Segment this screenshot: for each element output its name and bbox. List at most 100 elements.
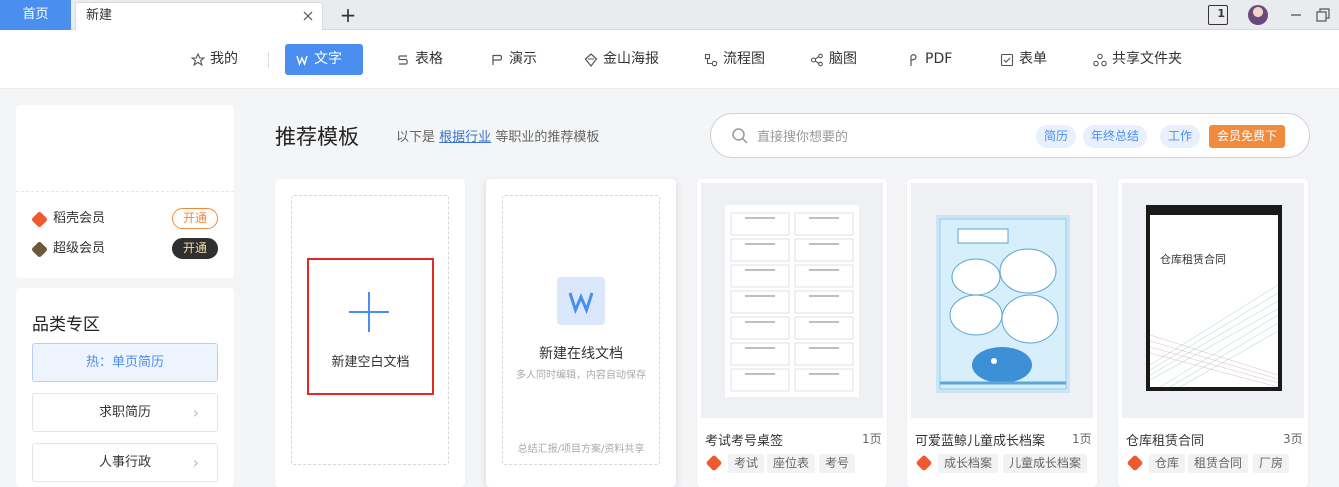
tab-new-label: 新建 bbox=[86, 8, 113, 23]
nav-presentation[interactable]: 演示 bbox=[480, 44, 547, 75]
nav-sheet-label: 表格 bbox=[415, 51, 443, 67]
search-tag-annual-summary[interactable]: 年终总结 bbox=[1083, 125, 1148, 148]
template-page-count: 3页 bbox=[1283, 432, 1303, 446]
nav-mindmap[interactable]: 脑图 bbox=[800, 44, 867, 75]
nav-share-folder-label: 共享文件夹 bbox=[1112, 51, 1182, 67]
vip-free-download-button[interactable]: 会员免费下 bbox=[1209, 125, 1286, 148]
pdf-icon bbox=[910, 53, 917, 66]
lease-cover-page: 仓库租赁合同 bbox=[1150, 215, 1278, 387]
w-doc-icon bbox=[296, 55, 308, 66]
nav-mine[interactable]: 我的 bbox=[181, 44, 248, 75]
new-blank-doc-label: 新建空白文档 bbox=[331, 355, 410, 370]
vip-docer-row: 稻壳会员 bbox=[31, 209, 106, 229]
chevron-right-icon: › bbox=[192, 453, 199, 472]
template-tag[interactable]: 仓库 bbox=[1149, 454, 1186, 473]
nav-sheet[interactable]: 表格 bbox=[386, 44, 453, 75]
add-tab-icon[interactable]: + bbox=[338, 4, 358, 26]
template-tag[interactable]: 考号 bbox=[819, 454, 856, 473]
nav-poster-label: 金山海报 bbox=[603, 51, 659, 67]
template-tag[interactable]: 租赁合同 bbox=[1188, 454, 1249, 473]
nav-presentation-label: 演示 bbox=[509, 51, 537, 67]
category-nav: 我的 文字 表格 演示 金山海报 流程图 脑图 PDF 表单 共享文件夹 bbox=[0, 30, 1339, 89]
tab-home[interactable]: 首页 bbox=[0, 0, 71, 30]
super-vip-icon bbox=[31, 240, 48, 258]
docer-open-button[interactable]: 开通 bbox=[172, 208, 218, 229]
nav-pdf[interactable]: PDF bbox=[896, 44, 962, 75]
lease-cover-title: 仓库租赁合同 bbox=[1160, 253, 1226, 266]
nav-poster[interactable]: 金山海报 bbox=[574, 44, 669, 75]
subtitle-prefix: 以下是 bbox=[396, 130, 436, 145]
category-card: 品类专区 热：单页简历 求职简历 › 人事行政 › bbox=[16, 288, 234, 487]
search-placeholder: 直接搜你想要的 bbox=[757, 130, 849, 145]
category-job-resume[interactable]: 求职简历 › bbox=[32, 393, 218, 432]
search-input[interactable]: 直接搜你想要的 简历 年终总结 工作 会员免费下 bbox=[710, 113, 1310, 158]
vip-docer-label: 稻壳会员 bbox=[53, 211, 106, 226]
nav-flowchart-label: 流程图 bbox=[723, 51, 765, 67]
lease-cover-art bbox=[1150, 284, 1278, 387]
form-icon bbox=[1000, 53, 1014, 66]
share-folder-icon bbox=[1093, 53, 1107, 66]
search-icon bbox=[732, 128, 748, 144]
nav-form[interactable]: 表单 bbox=[990, 44, 1057, 75]
poster-icon bbox=[584, 52, 598, 67]
new-online-doc-title: 新建在线文档 bbox=[539, 346, 623, 362]
category-single-resume[interactable]: 热：单页简历 bbox=[32, 343, 218, 382]
category-label: 人事行政 bbox=[98, 455, 151, 470]
template-name: 考试考号桌签 bbox=[705, 434, 784, 449]
nav-mine-label: 我的 bbox=[210, 51, 238, 67]
lease-contract-preview: 仓库租赁合同 bbox=[1146, 205, 1282, 391]
subtitle-suffix: 等职业的推荐模板 bbox=[495, 130, 600, 145]
nav-divider bbox=[268, 52, 269, 68]
template-name: 可爱蓝鲸儿童成长档案 bbox=[915, 434, 1046, 449]
template-tag[interactable]: 儿童成长档案 bbox=[1003, 454, 1088, 473]
mindmap-icon bbox=[810, 53, 823, 66]
w-doc-icon bbox=[557, 277, 605, 325]
vip-super-row: 超级会员 bbox=[31, 239, 106, 259]
page-count-badge[interactable]: 1 bbox=[1208, 5, 1228, 25]
template-tag[interactable]: 厂房 bbox=[1253, 454, 1290, 473]
presentation-icon bbox=[492, 54, 503, 65]
category-label: 求职简历 bbox=[98, 405, 151, 420]
new-online-doc-subtitle: 多人同时编辑，内容自动保存 bbox=[516, 370, 646, 381]
minimize-icon[interactable] bbox=[1290, 5, 1302, 25]
plus-icon-h bbox=[349, 311, 389, 313]
page-title: 推荐模板 bbox=[275, 125, 359, 149]
page-subtitle: 以下是 根据行业 等职业的推荐模板 bbox=[396, 126, 599, 145]
nav-writer-label: 文字 bbox=[314, 51, 342, 67]
super-open-button[interactable]: 开通 bbox=[172, 238, 218, 259]
nav-pdf-label: PDF bbox=[925, 51, 953, 67]
search-tag-work[interactable]: 工作 bbox=[1160, 125, 1201, 148]
exam-table-preview bbox=[725, 205, 859, 397]
avatar[interactable] bbox=[1248, 5, 1268, 25]
nav-flowchart[interactable]: 流程图 bbox=[694, 44, 775, 75]
vip-super-label: 超级会员 bbox=[53, 241, 106, 256]
online-doc-dashed-area bbox=[502, 195, 660, 465]
chevron-right-icon: › bbox=[192, 403, 199, 422]
star-icon bbox=[191, 52, 205, 66]
member-card: 稻壳会员 开通 超级会员 开通 bbox=[16, 105, 234, 278]
template-tag[interactable]: 成长档案 bbox=[938, 454, 999, 473]
nav-writer[interactable]: 文字 bbox=[285, 44, 363, 75]
tab-new[interactable]: 新建 bbox=[75, 2, 323, 30]
template-page-count: 1页 bbox=[1072, 432, 1092, 446]
member-divider bbox=[16, 191, 234, 192]
template-tag[interactable]: 考试 bbox=[728, 454, 765, 473]
sheet-icon bbox=[398, 54, 408, 65]
nav-mindmap-label: 脑图 bbox=[829, 51, 857, 67]
highlight-box bbox=[307, 258, 434, 395]
restore-icon[interactable] bbox=[1316, 5, 1330, 25]
template-tag[interactable]: 座位表 bbox=[767, 454, 816, 473]
category-title: 品类专区 bbox=[32, 315, 100, 335]
category-label: 热：单页简历 bbox=[85, 355, 164, 370]
nav-form-label: 表单 bbox=[1019, 51, 1047, 67]
industry-link[interactable]: 根据行业 bbox=[439, 130, 491, 145]
close-icon[interactable] bbox=[302, 10, 314, 22]
title-bar: 首页 新建 + 1 bbox=[0, 0, 1339, 30]
template-name: 仓库租赁合同 bbox=[1126, 434, 1205, 449]
new-online-doc-footer: 总结汇报/项目方案/资料共享 bbox=[517, 444, 645, 455]
nav-share-folder[interactable]: 共享文件夹 bbox=[1083, 44, 1192, 75]
docer-vip-icon bbox=[31, 210, 48, 228]
search-tag-resume[interactable]: 简历 bbox=[1036, 125, 1077, 148]
template-page-count: 1页 bbox=[862, 432, 882, 446]
category-hr-admin[interactable]: 人事行政 › bbox=[32, 443, 218, 482]
